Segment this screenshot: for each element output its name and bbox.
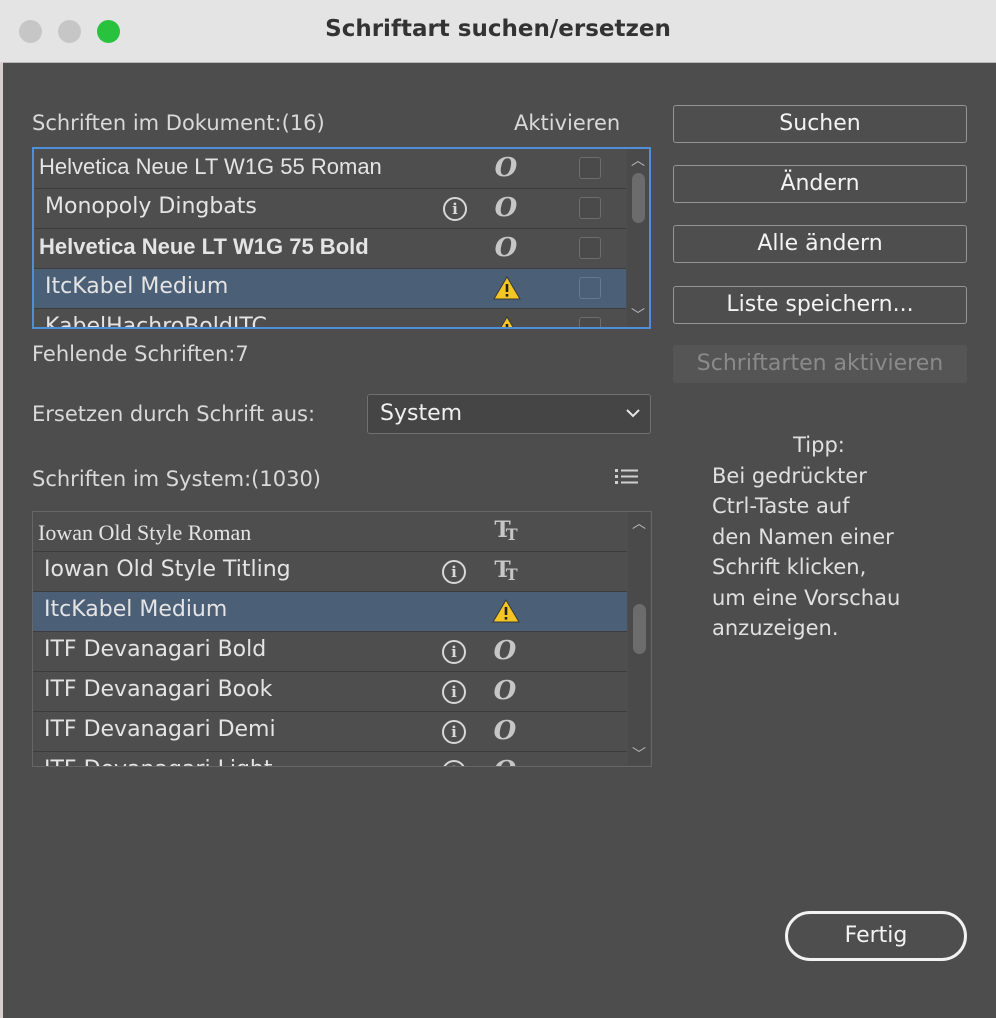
list-item[interactable]: KabelHachroBoldITC: [34, 309, 626, 327]
opentype-icon: O: [493, 636, 517, 666]
opentype-icon: O: [493, 676, 517, 706]
truetype-icon: TT: [494, 517, 518, 544]
list-item[interactable]: Iowan Old Style Titling i TT: [33, 552, 627, 592]
info-icon[interactable]: i: [442, 560, 466, 584]
tip-title: Tipp:: [793, 433, 845, 457]
list-item[interactable]: Helvetica Neue LT W1G 55 Roman O: [34, 149, 626, 189]
replace-source-dropdown[interactable]: System: [367, 394, 651, 434]
truetype-icon: TT: [494, 557, 518, 584]
tip-line: anzuzeigen.: [712, 616, 839, 640]
opentype-icon: O: [494, 193, 518, 223]
missing-fonts-label: Fehlende Schriften:7: [32, 342, 249, 366]
opentype-icon: O: [493, 716, 517, 746]
scrollbar[interactable]: ︿ ﹀: [628, 512, 650, 765]
list-item[interactable]: Iowan Old Style Roman TT: [33, 512, 627, 552]
done-button[interactable]: Fertig: [785, 911, 967, 961]
scrollbar[interactable]: ︿ ﹀: [627, 149, 649, 327]
scroll-up-icon[interactable]: ︿: [627, 150, 649, 170]
scroll-thumb[interactable]: [632, 173, 645, 223]
list-item[interactable]: ITF Devanagari Book i O: [33, 672, 627, 712]
system-fonts-header: Schriften im System:(1030): [32, 467, 321, 491]
opentype-icon: O: [494, 233, 518, 263]
info-icon[interactable]: i: [442, 760, 466, 766]
warning-icon: [492, 599, 520, 623]
activate-checkbox[interactable]: [579, 237, 601, 259]
change-all-button[interactable]: Alle ändern: [673, 225, 967, 263]
opentype-icon: O: [494, 153, 518, 183]
tip-panel: Tipp: Bei gedrückter Ctrl-Taste auf den …: [712, 430, 962, 644]
title-bar: Schriftart suchen/ersetzen: [0, 0, 996, 63]
warning-icon: [493, 276, 521, 300]
activate-checkbox[interactable]: [579, 197, 601, 219]
tip-line: den Namen einer: [712, 524, 894, 549]
scroll-thumb[interactable]: [633, 604, 646, 654]
tip-line: um eine Vorschau: [712, 585, 901, 610]
activate-checkbox[interactable]: [579, 317, 601, 327]
list-item[interactable]: Helvetica Neue LT W1G 75 Bold O: [34, 229, 626, 269]
info-icon[interactable]: i: [443, 197, 467, 221]
list-item[interactable]: ITF Devanagari Bold i O: [33, 632, 627, 672]
tip-line: Schrift klicken,: [712, 555, 867, 579]
info-icon[interactable]: i: [442, 720, 466, 744]
save-list-button[interactable]: Liste speichern...: [673, 286, 967, 324]
list-view-icon[interactable]: [615, 467, 639, 485]
list-item[interactable]: ITF Devanagari Light i O: [33, 752, 627, 766]
list-item[interactable]: Monopoly Dingbats i O: [34, 189, 626, 229]
change-button[interactable]: Ändern: [673, 165, 967, 203]
tip-line: Ctrl-Taste auf: [712, 494, 850, 518]
activate-fonts-button[interactable]: Schriftarten aktivieren: [673, 345, 967, 383]
window-title: Schriftart suchen/ersetzen: [325, 16, 671, 42]
background-window-edge: [0, 62, 3, 1018]
replace-source-label: Ersetzen durch Schrift aus:: [32, 402, 316, 426]
activate-checkbox[interactable]: [579, 277, 601, 299]
document-fonts-header: Schriften im Dokument:(16): [32, 111, 325, 135]
search-button[interactable]: Suchen: [673, 105, 967, 143]
warning-icon: [493, 316, 521, 327]
activate-checkbox[interactable]: [579, 157, 601, 179]
tip-line: Bei gedrückter: [712, 463, 867, 488]
list-item-selected[interactable]: ItcKabel Medium: [34, 269, 626, 309]
system-fonts-list[interactable]: Iowan Old Style Roman TT Iowan Old Style…: [32, 511, 652, 767]
list-item[interactable]: ITF Devanagari Demi i O: [33, 712, 627, 752]
chevron-down-icon: [626, 409, 640, 418]
info-icon[interactable]: i: [442, 640, 466, 664]
document-fonts-list[interactable]: Helvetica Neue LT W1G 55 Roman O Monopol…: [32, 147, 651, 329]
opentype-icon: O: [492, 756, 518, 766]
activate-column-header: Aktivieren: [514, 111, 621, 135]
scroll-down-icon[interactable]: ﹀: [628, 744, 650, 764]
info-icon[interactable]: i: [442, 680, 466, 704]
list-item-selected[interactable]: ItcKabel Medium: [33, 592, 627, 632]
scroll-up-icon[interactable]: ︿: [628, 513, 650, 533]
scroll-down-icon[interactable]: ﹀: [627, 305, 649, 325]
